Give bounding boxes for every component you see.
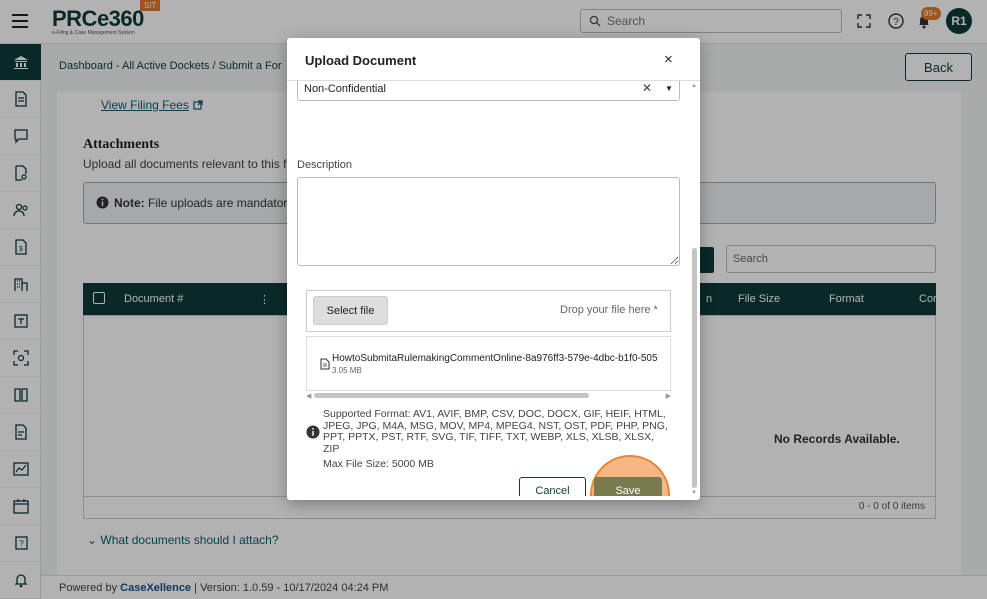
- uploaded-file-size: 3.05 MB: [332, 366, 362, 375]
- close-icon[interactable]: ×: [664, 51, 673, 68]
- cancel-button[interactable]: Cancel: [519, 477, 586, 496]
- dialog-scrollbar[interactable]: ▲ ▼: [691, 83, 698, 496]
- dialog-header: Upload Document ×: [287, 38, 700, 81]
- dialog-body: Non-Confidential ✕ ▼ Description Select …: [287, 81, 690, 496]
- max-file-size-text: Max File Size: 5000 MB: [323, 458, 434, 470]
- confidentiality-select[interactable]: Non-Confidential ✕ ▼: [297, 81, 680, 101]
- uploaded-file-name: HowtoSubmitaRulemakingCommentOnline-8a97…: [332, 353, 658, 364]
- upload-document-dialog: Upload Document × Non-Confidential ✕ ▼ D…: [287, 38, 700, 500]
- file-drop-zone[interactable]: Select file Drop your file here *: [306, 290, 671, 332]
- file-list-scrollbar[interactable]: ◀ ▶: [306, 392, 671, 400]
- select-file-button[interactable]: Select file: [313, 296, 388, 325]
- clear-selection-icon[interactable]: ✕: [642, 81, 652, 95]
- drop-file-hint: Drop your file here *: [560, 304, 658, 316]
- save-button[interactable]: Save: [594, 477, 662, 496]
- description-field[interactable]: [297, 177, 680, 266]
- uploaded-file-list: HowtoSubmitaRulemakingCommentOnline-8a97…: [306, 336, 671, 391]
- dialog-title: Upload Document: [305, 53, 417, 68]
- info-icon: [306, 425, 320, 439]
- chevron-down-icon[interactable]: ▼: [665, 84, 673, 93]
- supported-formats-text: Supported Format: AV1, AVIF, BMP, CSV, D…: [323, 408, 668, 455]
- description-label: Description: [297, 159, 353, 171]
- file-icon: [320, 358, 330, 370]
- confidentiality-value: Non-Confidential: [304, 83, 386, 95]
